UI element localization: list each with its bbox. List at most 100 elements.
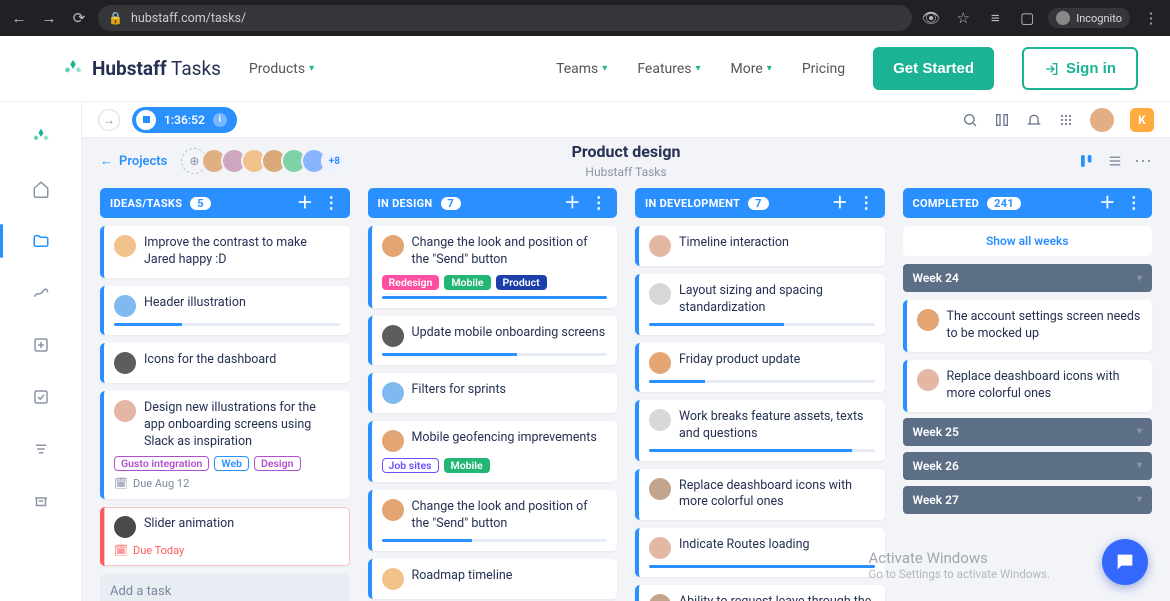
bell-icon[interactable]	[1026, 112, 1042, 128]
progress-bar	[649, 380, 875, 383]
brand-logo[interactable]: Hubstaff Tasks	[62, 57, 221, 80]
tag: Web	[214, 456, 249, 471]
nav-more[interactable]: More▾	[731, 61, 772, 77]
back-to-projects[interactable]: ← Projects	[100, 153, 167, 169]
panel-icon[interactable]: ▢	[1016, 7, 1038, 29]
forward-icon[interactable]: →	[38, 7, 60, 29]
home-icon[interactable]	[22, 172, 60, 206]
tag-row: RedesignMobileProduct	[382, 275, 608, 290]
check-box-icon[interactable]	[22, 380, 60, 414]
column-count: 5	[190, 197, 211, 210]
task-title: The account settings screen needs to be …	[947, 309, 1143, 343]
column-menu-icon[interactable]: ⋮	[1126, 195, 1142, 211]
board-view-icon[interactable]	[1078, 152, 1096, 170]
nav-products[interactable]: Products▾	[249, 61, 314, 77]
star-icon[interactable]: ☆	[952, 7, 974, 29]
assignee-avatar	[382, 430, 404, 452]
timer-info-icon[interactable]: i	[213, 113, 227, 127]
chat-button[interactable]	[1102, 539, 1148, 585]
task-card[interactable]: Friday product update	[635, 343, 885, 392]
task-card[interactable]: The account settings screen needs to be …	[903, 300, 1153, 352]
task-card[interactable]: Replace deashboard icons with more color…	[635, 469, 885, 521]
add-box-icon[interactable]	[22, 328, 60, 362]
nav-features[interactable]: Features▾	[637, 61, 700, 77]
task-card[interactable]: Timeline interaction	[635, 226, 885, 266]
stack-icon[interactable]	[22, 432, 60, 466]
week-row[interactable]: Week 25▾	[903, 418, 1153, 446]
task-card[interactable]: Roadmap timeline	[368, 559, 618, 599]
sign-in-button[interactable]: Sign in	[1022, 47, 1138, 90]
task-card[interactable]: Change the look and position of the "Sen…	[368, 226, 618, 308]
nav-pricing[interactable]: Pricing	[802, 61, 845, 77]
signin-icon	[1044, 61, 1060, 77]
task-card[interactable]: Header illustration	[100, 286, 350, 335]
progress-bar	[649, 565, 875, 568]
week-row[interactable]: Week 26▾	[903, 452, 1153, 480]
assignee-avatar	[649, 594, 671, 601]
folder-icon[interactable]	[22, 224, 60, 258]
back-icon[interactable]: ←	[8, 7, 30, 29]
week-row[interactable]: Week 24▾	[903, 264, 1153, 292]
eye-off-icon[interactable]: 👁	[920, 7, 942, 29]
browser-chrome: ← → ⟳ 🔒 hubstaff.com/tasks/ 👁 ☆ ≡ ▢ Inco…	[0, 0, 1170, 36]
task-card[interactable]: Slider animation🗓Due Today	[100, 507, 350, 566]
search-icon[interactable]	[962, 112, 978, 128]
add-card-icon[interactable]: ＋	[1099, 195, 1115, 211]
playlist-icon[interactable]: ≡	[984, 7, 1006, 29]
timer-pill[interactable]: 1:36:52 i	[132, 107, 237, 133]
task-card[interactable]: Work breaks feature assets, texts and qu…	[635, 400, 885, 461]
app-logo-icon[interactable]	[22, 120, 60, 154]
current-user-avatar[interactable]	[1090, 108, 1114, 132]
task-card[interactable]: Update mobile onboarding screens	[368, 316, 618, 365]
due-date: 🗓Due Aug 12	[114, 477, 340, 490]
member-avatars: ⊕ +8	[181, 148, 347, 174]
task-card[interactable]: Replace deashboard icons with more color…	[903, 360, 1153, 412]
apps-icon[interactable]	[1058, 112, 1074, 128]
chat-icon	[1114, 551, 1136, 573]
progress-bar	[649, 323, 875, 326]
reload-icon[interactable]: ⟳	[68, 7, 90, 29]
expand-sidebar-button[interactable]: →	[98, 109, 120, 131]
task-card[interactable]: Filters for sprints	[368, 373, 618, 413]
task-card[interactable]: Layout sizing and spacing standardizatio…	[635, 274, 885, 335]
week-row[interactable]: Week 27▾	[903, 486, 1153, 514]
member-overflow[interactable]: +8	[321, 148, 347, 174]
tag-row: Gusto integrationWebDesign	[114, 456, 340, 471]
task-card[interactable]: Design new illustrations for the app onb…	[100, 391, 350, 500]
task-card[interactable]: Icons for the dashboard	[100, 343, 350, 383]
address-bar[interactable]: 🔒 hubstaff.com/tasks/	[98, 5, 912, 31]
task-title: Improve the contrast to make Jared happy…	[144, 235, 340, 269]
column-menu-icon[interactable]: ⋮	[858, 195, 874, 211]
column-menu-icon[interactable]: ⋮	[323, 195, 339, 211]
more-icon[interactable]: ⋯	[1134, 151, 1152, 172]
add-card-icon[interactable]: ＋	[832, 195, 848, 211]
assignee-avatar	[114, 516, 136, 538]
task-title: Update mobile onboarding screens	[412, 325, 606, 342]
task-card[interactable]: Indicate Routes loading	[635, 528, 885, 577]
task-card[interactable]: Change the look and position of the "Sen…	[368, 490, 618, 551]
task-title: Ability to request leave through the mob…	[679, 594, 875, 601]
show-all-weeks[interactable]: Show all weeks	[903, 226, 1153, 256]
sprint-icon[interactable]	[22, 276, 60, 310]
columns-icon[interactable]	[994, 112, 1010, 128]
timer-stop-icon[interactable]	[136, 110, 156, 130]
project-title: Product design	[572, 142, 681, 161]
add-card-icon[interactable]: ＋	[297, 195, 313, 211]
task-title: Mobile geofencing imprevements	[412, 430, 597, 447]
archive-icon[interactable]	[22, 484, 60, 518]
nav-teams[interactable]: Teams▾	[556, 61, 607, 77]
task-card[interactable]: Ability to request leave through the mob…	[635, 585, 885, 601]
assignee-avatar	[114, 352, 136, 374]
assignee-avatar	[649, 352, 671, 374]
column-header: IDEAS/TASKS 5 ＋⋮	[100, 188, 350, 218]
left-sidebar	[0, 102, 82, 601]
add-card-icon[interactable]: ＋	[564, 195, 580, 211]
list-view-icon[interactable]	[1106, 152, 1124, 170]
column-menu-icon[interactable]: ⋮	[591, 195, 607, 211]
task-card[interactable]: Mobile geofencing imprevementsJob sitesM…	[368, 421, 618, 482]
get-started-button[interactable]: Get Started	[873, 47, 994, 90]
workspace-badge[interactable]: K	[1130, 108, 1154, 132]
kebab-icon[interactable]: ⋮	[1140, 7, 1162, 29]
task-card[interactable]: Improve the contrast to make Jared happy…	[100, 226, 350, 278]
add-task-input[interactable]: Add a task	[100, 574, 350, 601]
